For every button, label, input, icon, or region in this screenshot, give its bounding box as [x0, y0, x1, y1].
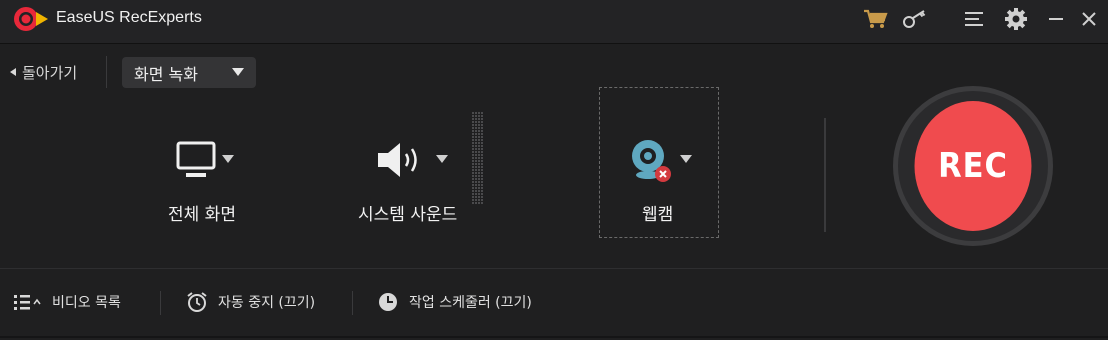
rec-button[interactable]: REC	[914, 101, 1032, 231]
back-button[interactable]: 돌아가기	[10, 58, 77, 86]
footer-divider	[0, 336, 1108, 338]
bottom-bar: 비디오 목록 자동 중지 (끄기) 작업 스케줄러 (끄기)	[0, 268, 1108, 340]
auto-stop-label: 자동 중지 (끄기)	[218, 295, 316, 311]
audio-dropdown-icon[interactable]	[436, 155, 448, 163]
app-title: EaseUS RecExperts	[56, 9, 202, 26]
chevron-down-icon	[232, 68, 244, 76]
auto-stop-button[interactable]: 자동 중지 (끄기)	[186, 287, 315, 317]
divider	[160, 291, 161, 315]
minimize-icon[interactable]	[1041, 5, 1071, 33]
full-screen-option[interactable]: 전체 화면	[160, 130, 270, 230]
audio-label: 시스템 사운드	[358, 205, 458, 225]
screen-dropdown-icon[interactable]	[222, 155, 234, 163]
mode-dropdown[interactable]: 화면 녹화	[122, 57, 256, 88]
task-scheduler-label: 작업 스케줄러 (끄기)	[409, 295, 532, 311]
video-list-label: 비디오 목록	[52, 295, 121, 311]
volume-meter	[472, 112, 484, 204]
speaker-icon	[378, 143, 417, 177]
key-icon[interactable]	[900, 5, 930, 33]
webcam-dropdown-icon[interactable]	[680, 155, 692, 163]
webcam-icon	[632, 140, 671, 182]
close-icon[interactable]	[1074, 5, 1104, 33]
back-label: 돌아가기	[22, 63, 78, 82]
back-arrow-icon	[10, 68, 16, 76]
alarm-clock-icon	[187, 292, 207, 312]
title-bar: EaseUS RecExperts	[0, 0, 1108, 44]
menu-icon[interactable]	[960, 5, 990, 33]
screen-label: 전체 화면	[168, 205, 236, 225]
clock-icon	[379, 293, 397, 311]
list-icon	[14, 295, 41, 310]
webcam-label: 웹캠	[642, 205, 674, 225]
divider	[106, 56, 107, 88]
settings-icon[interactable]	[1001, 5, 1031, 33]
video-list-button[interactable]: 비디오 목록	[12, 287, 121, 317]
webcam-option[interactable]: 웹캠	[620, 130, 710, 230]
mode-value: 화면 녹화	[134, 64, 198, 84]
system-sound-option[interactable]: 시스템 사운드	[350, 130, 490, 230]
task-scheduler-button[interactable]: 작업 스케줄러 (끄기)	[377, 287, 532, 317]
divider	[824, 118, 826, 232]
divider	[352, 291, 353, 315]
cart-icon[interactable]	[860, 5, 890, 33]
monitor-icon	[176, 141, 216, 177]
logo-icon	[14, 7, 48, 31]
